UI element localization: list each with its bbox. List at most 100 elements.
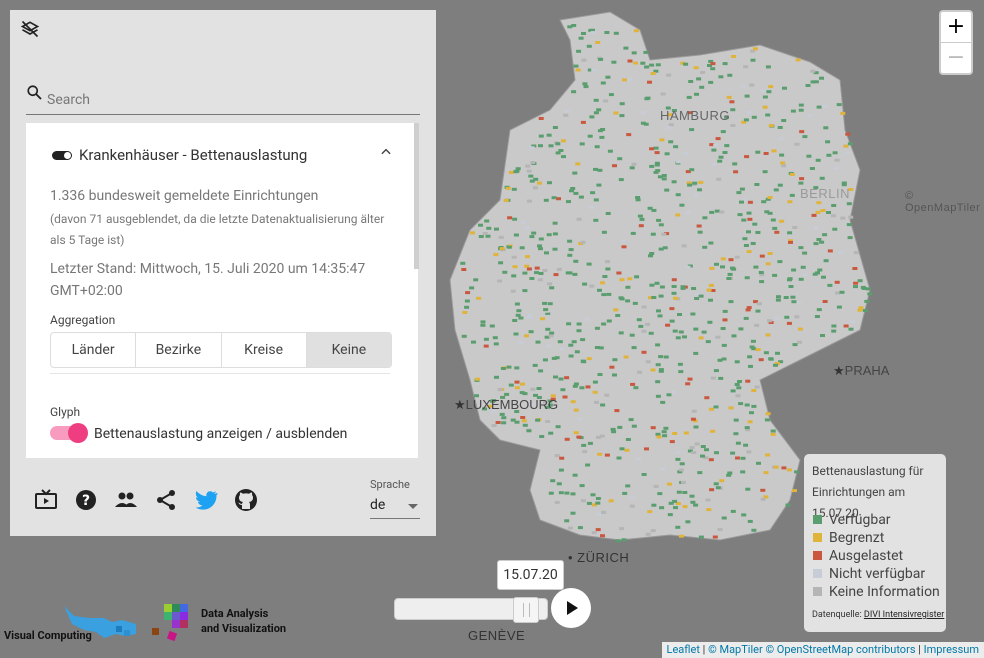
- facility-glyph[interactable]: [514, 302, 520, 306]
- facility-glyph[interactable]: [616, 456, 622, 460]
- facility-glyph[interactable]: [734, 383, 740, 386]
- facility-glyph[interactable]: [512, 319, 518, 322]
- facility-glyph[interactable]: [710, 67, 716, 71]
- facility-glyph[interactable]: [521, 419, 527, 423]
- facility-glyph[interactable]: [510, 289, 516, 293]
- facility-glyph[interactable]: [750, 242, 756, 245]
- facility-glyph[interactable]: [787, 200, 793, 204]
- facility-glyph[interactable]: [573, 64, 579, 68]
- facility-glyph[interactable]: [742, 237, 748, 241]
- facility-glyph[interactable]: [527, 199, 532, 203]
- facility-glyph[interactable]: [728, 406, 734, 410]
- facility-glyph[interactable]: [650, 232, 656, 236]
- facility-glyph[interactable]: [666, 126, 672, 130]
- facility-glyph[interactable]: [555, 425, 561, 429]
- facility-glyph[interactable]: [778, 137, 784, 141]
- facility-glyph[interactable]: [593, 98, 599, 102]
- facility-glyph[interactable]: [739, 200, 744, 204]
- facility-glyph[interactable]: [503, 198, 509, 202]
- facility-glyph[interactable]: [735, 456, 740, 460]
- facility-glyph[interactable]: [747, 217, 753, 221]
- facility-glyph[interactable]: [770, 218, 776, 222]
- facility-glyph[interactable]: [568, 248, 574, 252]
- facility-glyph[interactable]: [593, 167, 598, 171]
- facility-glyph[interactable]: [840, 216, 846, 220]
- facility-glyph[interactable]: [585, 385, 591, 389]
- aggregation-option-kreise[interactable]: Kreise: [222, 333, 307, 367]
- facility-glyph[interactable]: [648, 254, 653, 258]
- facility-glyph[interactable]: [708, 458, 714, 462]
- facility-glyph[interactable]: [570, 187, 576, 190]
- facility-glyph[interactable]: [730, 389, 736, 393]
- facility-glyph[interactable]: [790, 109, 796, 113]
- facility-glyph[interactable]: [752, 222, 758, 226]
- facility-glyph[interactable]: [686, 95, 692, 99]
- facility-glyph[interactable]: [658, 369, 664, 373]
- facility-glyph[interactable]: [544, 251, 549, 255]
- facility-glyph[interactable]: [853, 285, 858, 289]
- facility-glyph[interactable]: [637, 214, 643, 218]
- facility-glyph[interactable]: [478, 235, 484, 238]
- facility-glyph[interactable]: [823, 126, 829, 130]
- facility-glyph[interactable]: [744, 403, 750, 407]
- facility-glyph[interactable]: [728, 258, 734, 262]
- facility-glyph[interactable]: [774, 230, 780, 234]
- facility-glyph[interactable]: [797, 340, 802, 344]
- facility-glyph[interactable]: [813, 226, 819, 230]
- facility-glyph[interactable]: [475, 377, 480, 381]
- facility-glyph[interactable]: [526, 267, 532, 271]
- facility-glyph[interactable]: [773, 188, 779, 192]
- facility-glyph[interactable]: [583, 85, 589, 89]
- facility-glyph[interactable]: [553, 375, 558, 379]
- facility-glyph[interactable]: [726, 277, 732, 280]
- facility-glyph[interactable]: [538, 272, 544, 275]
- facility-glyph[interactable]: [571, 90, 577, 94]
- facility-glyph[interactable]: [590, 191, 596, 195]
- facility-glyph[interactable]: [785, 503, 791, 507]
- facility-glyph[interactable]: [814, 315, 820, 318]
- facility-glyph[interactable]: [576, 322, 582, 326]
- facility-glyph[interactable]: [741, 513, 747, 517]
- facility-glyph[interactable]: [613, 308, 619, 312]
- facility-glyph[interactable]: [513, 332, 519, 336]
- facility-glyph[interactable]: [600, 281, 605, 285]
- facility-glyph[interactable]: [675, 193, 681, 197]
- facility-glyph[interactable]: [556, 267, 562, 271]
- facility-glyph[interactable]: [722, 318, 728, 322]
- facility-glyph[interactable]: [555, 142, 561, 146]
- facility-glyph[interactable]: [529, 235, 535, 239]
- zoom-out-button[interactable]: −: [941, 43, 971, 73]
- facility-glyph[interactable]: [750, 339, 756, 343]
- facility-glyph[interactable]: [825, 140, 831, 144]
- facility-glyph[interactable]: [486, 226, 492, 230]
- data-source-link[interactable]: DIVI Intensivregister: [864, 610, 944, 620]
- layers-off-icon[interactable]: [20, 19, 40, 39]
- facility-glyph[interactable]: [718, 376, 724, 380]
- facility-glyph[interactable]: [689, 128, 695, 132]
- facility-glyph[interactable]: [580, 499, 586, 503]
- facility-glyph[interactable]: [489, 324, 495, 328]
- facility-glyph[interactable]: [513, 233, 519, 237]
- facility-glyph[interactable]: [629, 166, 635, 170]
- facility-glyph[interactable]: [710, 376, 716, 380]
- facility-glyph[interactable]: [694, 442, 700, 446]
- impressum-link[interactable]: Impressum: [924, 643, 979, 656]
- facility-glyph[interactable]: [743, 443, 749, 447]
- facility-glyph[interactable]: [743, 244, 749, 247]
- facility-glyph[interactable]: [508, 170, 514, 174]
- facility-glyph[interactable]: [740, 456, 746, 460]
- github-icon[interactable]: [234, 488, 258, 512]
- facility-glyph[interactable]: [748, 364, 753, 368]
- facility-glyph[interactable]: [737, 380, 742, 383]
- facility-glyph[interactable]: [604, 453, 610, 457]
- facility-glyph[interactable]: [558, 377, 564, 381]
- facility-glyph[interactable]: [685, 265, 691, 269]
- facility-glyph[interactable]: [727, 73, 733, 77]
- facility-glyph[interactable]: [747, 200, 753, 204]
- facility-glyph[interactable]: [732, 162, 738, 166]
- facility-glyph[interactable]: [734, 360, 740, 364]
- facility-glyph[interactable]: [668, 501, 674, 505]
- facility-glyph[interactable]: [860, 285, 866, 289]
- facility-glyph[interactable]: [582, 282, 588, 286]
- facility-glyph[interactable]: [788, 285, 794, 288]
